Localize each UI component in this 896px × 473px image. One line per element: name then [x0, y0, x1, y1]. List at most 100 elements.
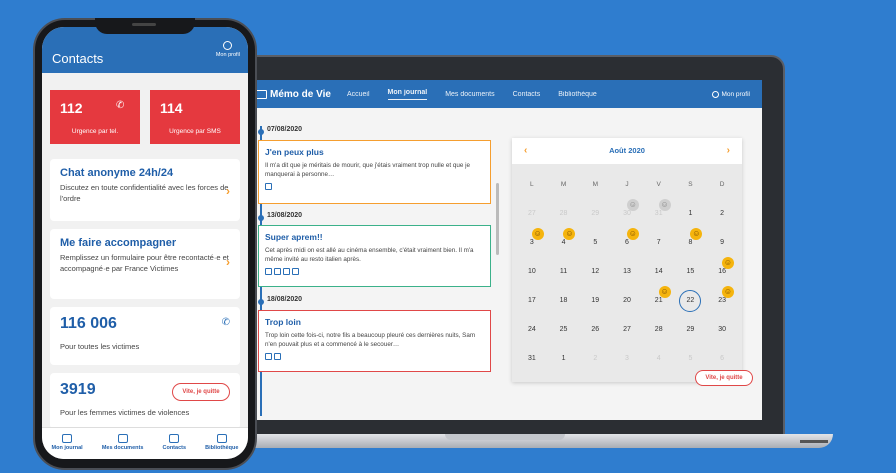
tab-mes-documents[interactable]: Mes documents	[102, 434, 143, 451]
tab-bibliotheque[interactable]: Bibliothèque	[205, 434, 238, 451]
journal-entry[interactable]: Trop loin Trop loin cette fois-ci, notre…	[258, 310, 491, 372]
day-number: 25	[559, 326, 568, 333]
calendar-day[interactable]: 29	[675, 315, 707, 344]
calendar-day[interactable]: 22	[675, 286, 707, 315]
day-number: 17	[527, 297, 536, 304]
day-number: 3	[625, 355, 629, 362]
day-number: 29	[591, 210, 600, 217]
calendar-day[interactable]: 2	[579, 344, 611, 373]
day-number: 28	[654, 326, 663, 333]
calendar-day[interactable]: 3 ☺	[516, 228, 548, 257]
image-icon[interactable]	[265, 353, 272, 360]
video-icon[interactable]	[292, 268, 299, 275]
nav-contacts[interactable]: Contacts	[513, 91, 541, 98]
calendar-day[interactable]: 7	[643, 228, 675, 257]
mood-icon: ☺	[658, 286, 671, 298]
tab-mon-journal[interactable]: Mon journal	[52, 434, 83, 451]
chat-card[interactable]: Chat anonyme 24h/24 Discutez en toute co…	[50, 159, 240, 221]
profile-link[interactable]: Mon profil	[712, 90, 750, 98]
weekday-label: S	[688, 181, 693, 188]
calendar-day[interactable]: 31 ☺	[643, 199, 675, 228]
profile-label: Mon profil	[215, 52, 240, 58]
calendar-day[interactable]: 11	[548, 257, 580, 286]
nav-accueil[interactable]: Accueil	[347, 91, 370, 98]
lock-icon	[117, 434, 128, 443]
calendar-day[interactable]: 28	[643, 315, 675, 344]
video-icon[interactable]	[274, 353, 281, 360]
urgent-sms-button[interactable]: 114 Urgence par SMS	[150, 90, 240, 144]
timeline-scrollbar[interactable]	[496, 183, 499, 255]
image-icon[interactable]	[265, 268, 272, 275]
calendar-day[interactable]: 5	[579, 228, 611, 257]
journal-entry[interactable]: Super aprem!! Cet après midi on est allé…	[258, 225, 491, 287]
calendar-day[interactable]: 6	[706, 344, 738, 373]
hotline-card[interactable]: 3919 Pour les femmes victimes de violenc…	[50, 373, 240, 429]
calendar-day[interactable]: 17	[516, 286, 548, 315]
quick-exit-button[interactable]: Vite, je quitte	[695, 370, 753, 386]
urgent-number: 112	[60, 100, 83, 116]
calendar-day[interactable]: 12	[579, 257, 611, 286]
calendar-day[interactable]: 27	[516, 199, 548, 228]
accompany-card[interactable]: Me faire accompagner Remplissez un formu…	[50, 229, 240, 299]
calendar-day[interactable]: 24	[516, 315, 548, 344]
calendar-day[interactable]: 10	[516, 257, 548, 286]
chevron-left-icon[interactable]: ‹	[524, 145, 527, 156]
urgent-call-button[interactable]: 112 ✆ Urgence par tel.	[50, 90, 140, 144]
hotline-number: 116 006	[60, 315, 117, 332]
profile-link[interactable]: Mon profil	[216, 41, 240, 58]
day-number: 9	[720, 239, 725, 246]
chat-desc: Discutez en toute confidentialité avec l…	[60, 183, 229, 203]
hotline-card[interactable]: 116 006 Pour toutes les victimes ✆	[50, 307, 240, 365]
accompany-desc: Remplissez un formulaire pour être recon…	[60, 253, 229, 273]
calendar-day[interactable]: 20	[611, 286, 643, 315]
calendar-day[interactable]: 19	[579, 286, 611, 315]
calendar-day[interactable]: 31	[516, 344, 548, 373]
calendar-day[interactable]: 18	[548, 286, 580, 315]
calendar-day[interactable]: 28	[548, 199, 580, 228]
calendar-day[interactable]: 2	[706, 199, 738, 228]
day-number: 29	[686, 326, 695, 333]
image-icon[interactable]	[265, 183, 272, 190]
entry-title: Trop loin	[265, 317, 301, 327]
calendar-day[interactable]: 25	[548, 315, 580, 344]
calendar-day[interactable]: 1	[548, 344, 580, 373]
day-number: 11	[559, 268, 568, 275]
top-navigation: Mémo de Vie Accueil Mon journal Mes docu…	[250, 80, 762, 108]
phone-screen: Contacts Mon profil 112 ✆ Urgence par te…	[42, 27, 248, 459]
day-number: 3	[529, 239, 534, 246]
calendar-day[interactable]: 27	[611, 315, 643, 344]
day-number: 5	[593, 239, 598, 246]
calendar-day[interactable]: 15	[675, 257, 707, 286]
calendar-day[interactable]: 3	[611, 344, 643, 373]
tab-contacts[interactable]: Contacts	[162, 434, 186, 451]
app-brand[interactable]: Mémo de Vie	[256, 89, 331, 100]
nav-mes-documents[interactable]: Mes documents	[445, 91, 494, 98]
calendar-day[interactable]: 13	[611, 257, 643, 286]
calendar-day[interactable]: 21 ☺	[643, 286, 675, 315]
calendar-day[interactable]: 9	[706, 228, 738, 257]
calendar-day[interactable]: 16 ☺	[706, 257, 738, 286]
day-number: 13	[623, 268, 631, 275]
calendar-day[interactable]: 8 ☺	[675, 228, 707, 257]
journal-entry[interactable]: J'en peux plus Il m'a dit que je méritai…	[258, 140, 491, 204]
chevron-right-icon[interactable]: ›	[727, 145, 730, 156]
calendar-day[interactable]: 30	[706, 315, 738, 344]
quick-exit-button[interactable]: Vite, je quitte	[172, 383, 230, 401]
nav-bibliotheque[interactable]: Bibliothèque	[558, 91, 597, 98]
calendar-day[interactable]: 29	[579, 199, 611, 228]
calendar-day[interactable]: 1	[675, 199, 707, 228]
calendar-day[interactable]: 30 ☺	[611, 199, 643, 228]
calendar-day[interactable]: 14	[643, 257, 675, 286]
hotline-desc: Pour les femmes victimes de violences	[60, 408, 190, 417]
nav-mon-journal[interactable]: Mon journal	[387, 89, 428, 100]
calendar-day[interactable]: 4	[643, 344, 675, 373]
calendar-day[interactable]: 26	[579, 315, 611, 344]
image-icon[interactable]	[283, 268, 290, 275]
speaker	[132, 23, 156, 26]
calendar-day[interactable]: 5	[675, 344, 707, 373]
day-number: 2	[593, 355, 598, 362]
calendar-day[interactable]: 23 ☺	[706, 286, 738, 315]
calendar-day[interactable]: 4 ☺	[548, 228, 580, 257]
calendar-day[interactable]: 6 ☺	[611, 228, 643, 257]
image-icon[interactable]	[274, 268, 281, 275]
